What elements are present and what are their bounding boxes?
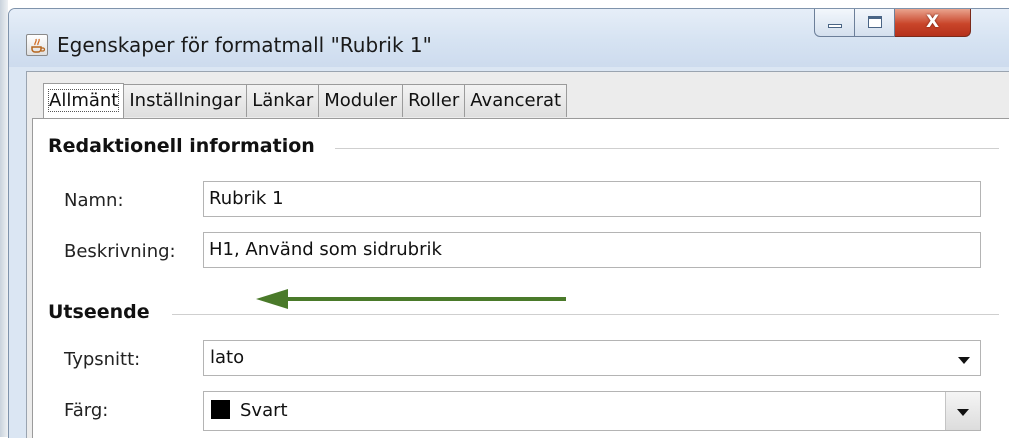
window-title: Egenskaper för formatmall "Rubrik 1"	[57, 33, 432, 57]
tab-label: Moduler	[324, 90, 398, 111]
tab-moduler[interactable]: Moduler	[318, 84, 404, 117]
tab-allmant[interactable]: Allmänt	[43, 83, 125, 118]
color-swatch	[211, 400, 230, 419]
tab-roller[interactable]: Roller	[402, 84, 466, 117]
dropdown-button[interactable]	[945, 392, 980, 430]
tab-bar: Allmänt Inställningar Länkar Moduler Rol…	[43, 83, 568, 118]
maximize-button[interactable]	[855, 9, 895, 37]
color-combobox[interactable]: Svart	[203, 391, 981, 431]
maximize-icon	[868, 16, 882, 28]
left-arrow-annotation-icon	[256, 289, 566, 309]
color-value: Svart	[240, 400, 288, 421]
chevron-down-icon[interactable]	[958, 357, 970, 364]
close-icon: X	[925, 12, 940, 32]
font-label: Typsnitt:	[64, 349, 141, 370]
minimize-button[interactable]	[814, 9, 855, 37]
background-window-edge	[0, 0, 8, 437]
tab-label: Avancerat	[470, 90, 562, 111]
tab-label: Länkar	[252, 90, 314, 111]
properties-dialog: Egenskaper för formatmall "Rubrik 1" X A…	[8, 8, 1009, 438]
name-field[interactable]: Rubrik 1	[203, 181, 981, 217]
minimize-icon	[828, 24, 842, 28]
description-label: Beskrivning:	[64, 241, 176, 262]
font-value: lato	[210, 347, 245, 368]
color-label: Färg:	[64, 400, 109, 421]
tab-installningar[interactable]: Inställningar	[123, 84, 248, 117]
tab-avancerat[interactable]: Avancerat	[464, 84, 568, 117]
appearance-section-title: Utseende	[48, 301, 150, 323]
font-combobox[interactable]: lato	[203, 340, 981, 376]
editorial-section-title: Redaktionell information	[48, 135, 315, 157]
name-label: Namn:	[64, 190, 124, 211]
java-coffee-cup-icon	[26, 34, 48, 56]
tab-label: Inställningar	[129, 90, 242, 111]
close-button[interactable]: X	[895, 9, 971, 37]
title-bar[interactable]: Egenskaper för formatmall "Rubrik 1" X	[9, 9, 1009, 67]
description-field[interactable]: H1, Använd som sidrubrik	[203, 232, 981, 268]
tab-lankar[interactable]: Länkar	[246, 84, 320, 117]
dialog-content: Allmänt Inställningar Länkar Moduler Rol…	[26, 71, 1009, 438]
tab-label: Roller	[408, 90, 460, 111]
chevron-down-icon	[957, 409, 969, 416]
tab-label: Allmänt	[47, 89, 120, 112]
section-divider	[335, 148, 999, 149]
general-tab-panel: Redaktionell information Namn: Rubrik 1 …	[32, 118, 1009, 438]
section-divider	[172, 314, 999, 315]
